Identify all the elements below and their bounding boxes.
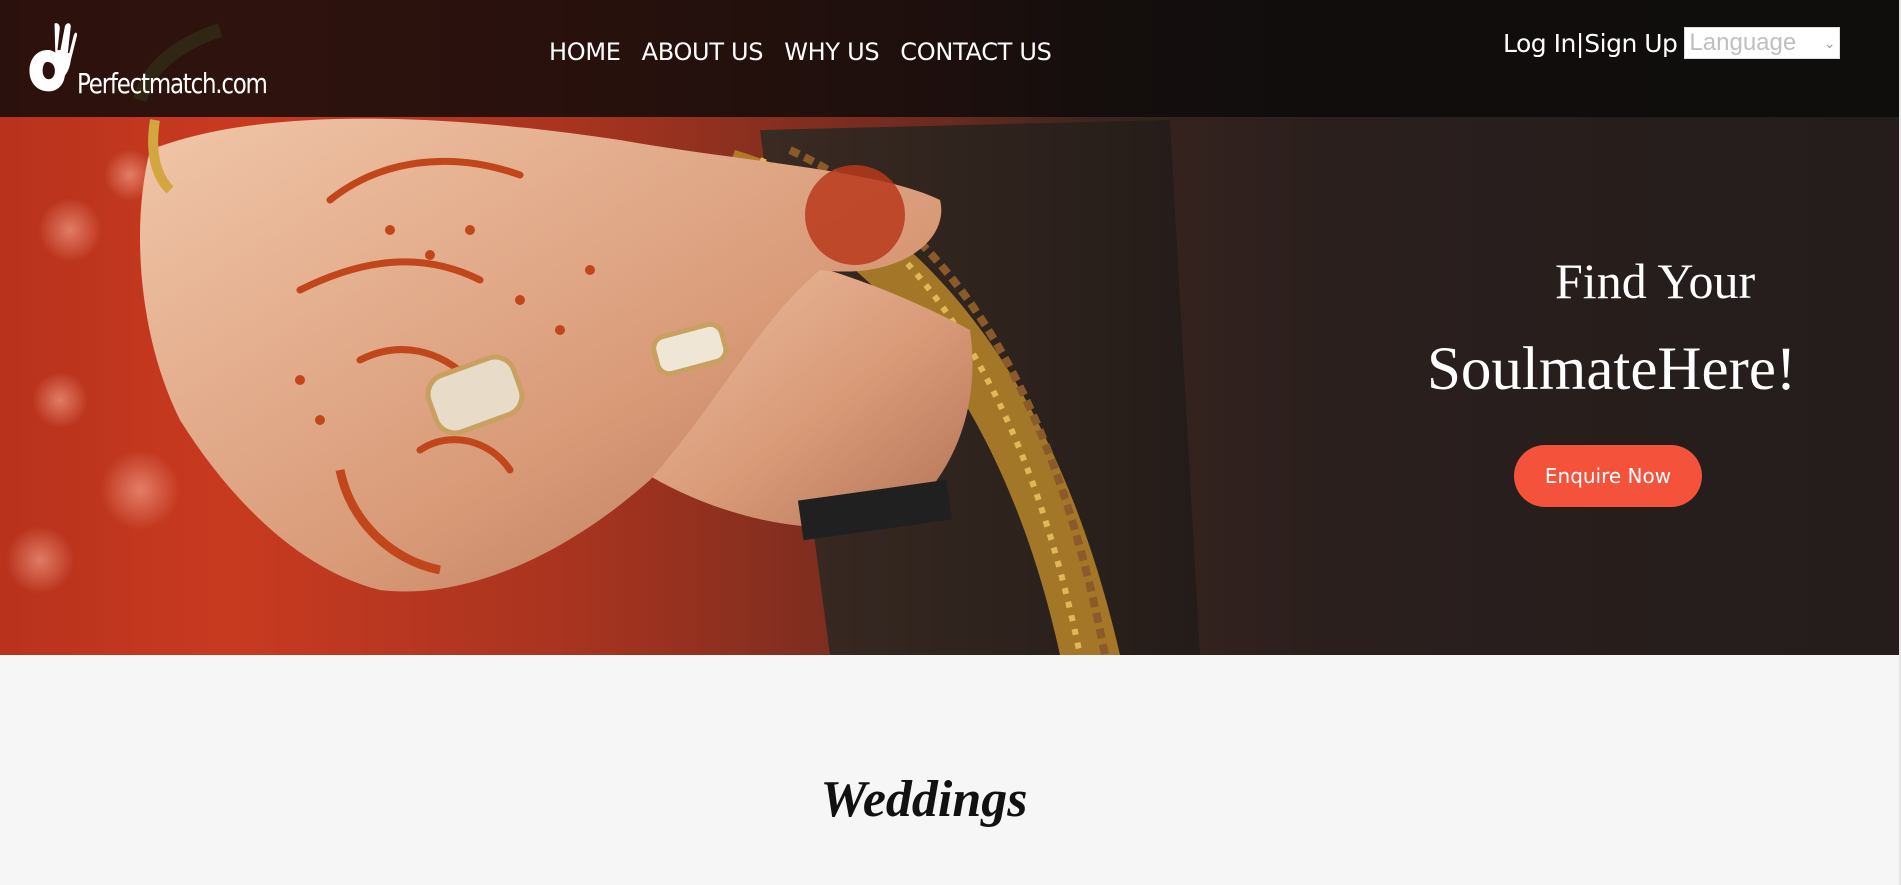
chevron-down-icon: ⌄ <box>1823 34 1836 51</box>
hero-title-line1: Find Your <box>1555 253 1756 309</box>
section-title-weddings: Weddings <box>820 771 1028 828</box>
auth-separator: | <box>1575 28 1585 58</box>
language-select-label: Language <box>1689 29 1797 56</box>
language-select[interactable]: Language ⌄ <box>1684 27 1841 59</box>
nav-contact-us[interactable]: CONTACT US <box>900 38 1052 66</box>
nav-why-us[interactable]: WHY US <box>784 38 879 66</box>
hero-title-line2: SoulmateHere! <box>1427 336 1797 403</box>
logo-text: Perfectmatch.com <box>76 67 268 100</box>
nav-home[interactable]: HOME <box>549 38 621 66</box>
ok-hand-icon <box>29 23 77 92</box>
signup-link[interactable]: Sign Up <box>1584 29 1678 58</box>
enquire-now-button[interactable]: Enquire Now <box>1514 445 1702 507</box>
logo[interactable]: Perfectmatch.com <box>28 8 308 104</box>
nav-about-us[interactable]: ABOUT US <box>642 38 764 66</box>
auth-links: Log In | Sign Up Language ⌄ <box>1503 27 1841 59</box>
main-nav: HOME ABOUT US WHY US CONTACT US <box>549 38 1052 66</box>
site-header: Perfectmatch.com HOME ABOUT US WHY US CO… <box>0 0 1899 117</box>
login-link[interactable]: Log In <box>1503 29 1576 58</box>
